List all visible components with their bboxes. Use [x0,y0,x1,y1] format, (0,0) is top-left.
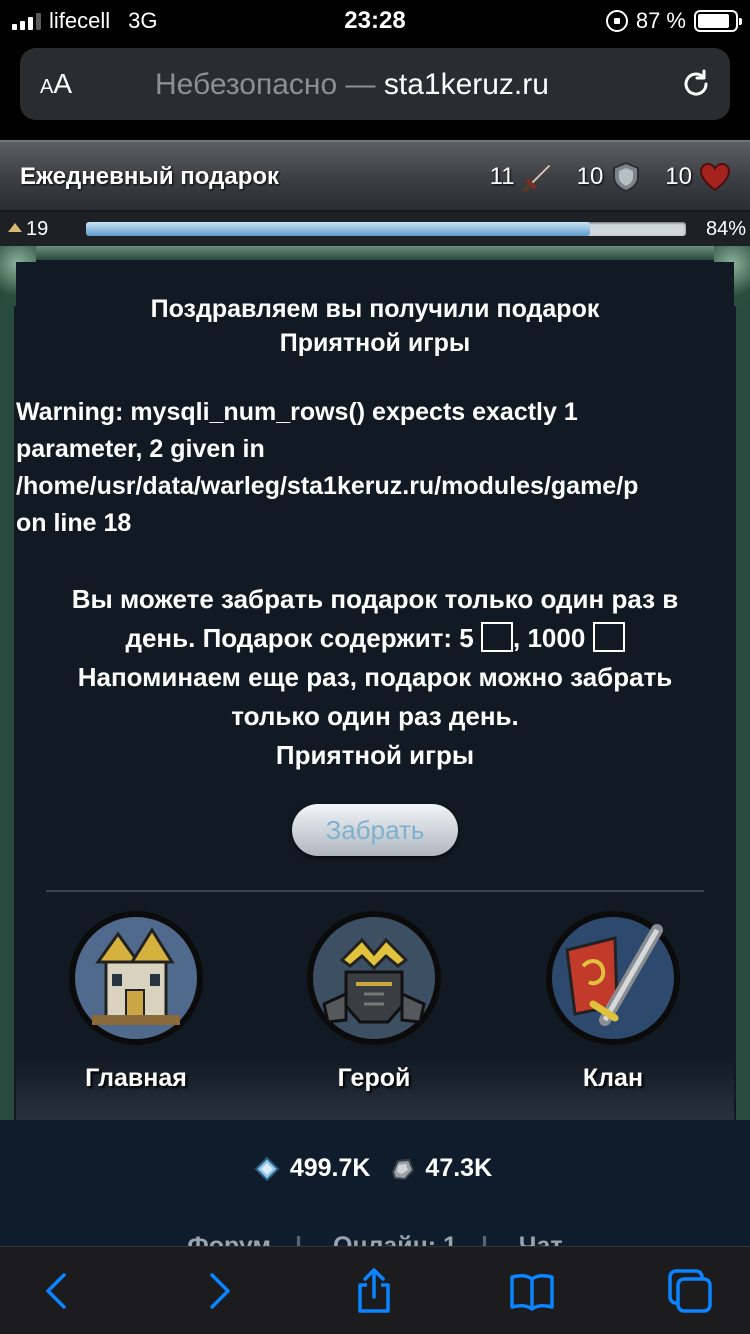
nav-clan-label: Клан [582,1064,644,1092]
reward-icon-1 [481,622,513,652]
take-gift-button[interactable]: Забрать [292,804,458,856]
heart-icon [699,162,731,192]
battery-icon [694,10,742,32]
nav-home[interactable]: Главная [36,910,236,1093]
gift-line-1: Вы можете забрать подарок только один ра… [71,584,679,614]
crystal-icon [254,1156,280,1181]
nav-hero-label: Герой [337,1064,411,1092]
xp-track [86,222,686,236]
silver-ore-icon [392,1158,415,1180]
url-display[interactable]: Небезопасно — sta1keruz.ru [155,68,549,102]
php-warning: Warning: mysqli_num_rows() expects exact… [16,398,639,537]
congrats-message: Поздравляем вы получили подарок [150,295,600,323]
status-right: 87 % [605,8,742,34]
tabs-icon[interactable] [666,1267,714,1315]
currency-bar: 499.7K 47.3K [0,1154,750,1189]
silver-value: 47.3K [425,1154,493,1182]
congrats-subtitle: Приятной игры [279,329,471,357]
attack-stat: 11 [490,160,555,194]
crystals-balance: 499.7K [254,1154,375,1183]
main-content: Поздравляем вы получили подарок Приятной… [16,262,734,1126]
defense-value: 10 [576,163,604,190]
divider [46,890,704,892]
gift-line-3: Напоминаем еще раз, подарок можно забрат… [77,662,673,692]
experience-bar: 19 84% [0,212,750,246]
level-value: 19 [26,218,49,240]
nav-clan[interactable]: Клан [513,910,713,1093]
knight-helmet-icon [307,911,441,1045]
attack-value: 11 [489,163,515,190]
nav-hero[interactable]: Герой [274,910,474,1093]
gift-line-2-prefix: день. Подарок содержит: 5 [125,623,474,653]
reward-icon-2 [592,622,625,652]
address-bar[interactable]: AA Небезопасно — sta1keruz.ru [20,48,730,120]
back-icon[interactable] [34,1267,82,1315]
gift-line-5: Приятной игры [275,740,475,770]
frame-border [0,246,750,260]
clan-banner-icon [546,911,680,1045]
level-up-icon [8,223,22,232]
health-value: 10 [665,163,692,190]
share-icon[interactable] [350,1267,398,1315]
forward-icon[interactable] [194,1267,242,1315]
bookmarks-icon[interactable] [508,1267,556,1315]
game-footer: 499.7K 47.3K Форум | Онлайн: 1 | Чат [0,1120,750,1250]
crystals-value: 499.7K [289,1154,371,1182]
reload-icon[interactable] [680,68,712,100]
insecure-label: Небезопасно — [155,68,376,101]
domain: sta1keruz.ru [383,68,549,101]
health-stat: 10 [665,160,732,194]
text-size-button[interactable]: AA [40,68,72,100]
battery-percent: 87 % [635,8,686,33]
browser-toolbar [0,1246,750,1334]
gift-line-2: день. Подарок содержит: 5 , 1000 [16,619,734,658]
sword-icon [522,163,552,192]
browser-chrome: AA Небезопасно — sta1keruz.ru [0,44,750,140]
xp-percent: 84% [705,218,746,240]
castle-icon [69,911,203,1045]
gift-line-4: только один раз день. [231,701,519,731]
nav-home-label: Главная [85,1064,187,1092]
level-indicator: 19 [8,218,48,241]
defense-stat: 10 [577,160,644,194]
rotation-lock-icon [605,10,628,32]
game-navigation: Главная Герой Клан [16,910,734,1110]
gift-description: Вы можете забрать подарок только один ра… [16,580,734,775]
screen: lifecell 3G 23:28 87 % AA Небезопасно — … [0,0,750,1334]
content-frame: Поздравляем вы получили подарок Приятной… [0,246,750,1126]
page-title: Ежедневный подарок [20,163,280,190]
game-header: Ежедневный подарок 11 10 10 [0,140,750,212]
gift-line-2-middle: , 1000 [513,623,586,653]
player-stats: 11 10 10 [490,160,732,194]
shield-icon [613,161,640,193]
xp-fill [86,222,590,236]
status-bar: lifecell 3G 23:28 87 % [0,0,750,44]
silver-balance: 47.3K [389,1154,496,1183]
